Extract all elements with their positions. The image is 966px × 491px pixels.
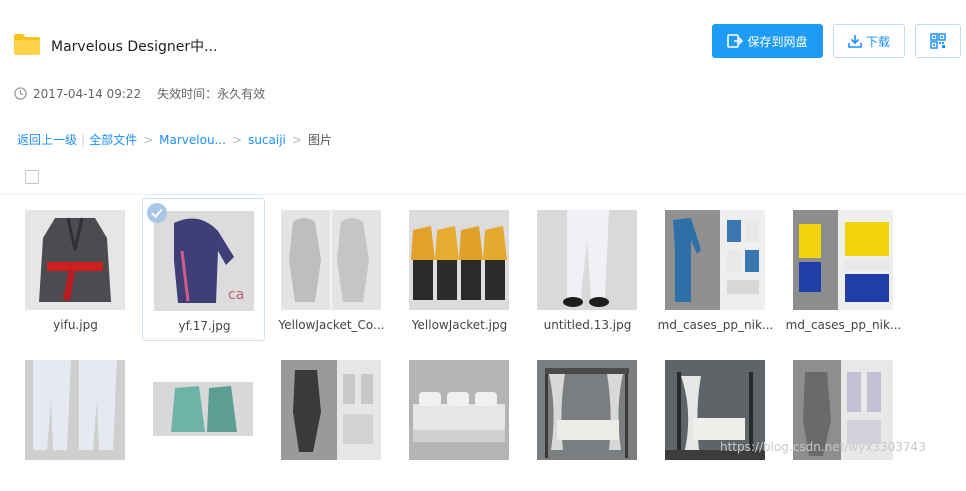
breadcrumb-separator: > [143, 132, 154, 147]
file-name[interactable]: untitled.13.jpg [526, 318, 649, 332]
file-item[interactable] [14, 348, 137, 491]
breadcrumb-separator: > [232, 132, 243, 147]
share-meta: 2017-04-14 09:22 失效时间：永久有效 [14, 85, 265, 102]
file-item[interactable] [782, 348, 905, 491]
thumbnail-image [537, 210, 637, 310]
file-item[interactable] [526, 348, 649, 491]
save-button-label: 保存到网盘 [747, 34, 808, 49]
thumbnail-image [409, 360, 509, 460]
file-item[interactable]: yifu.jpg [14, 198, 137, 341]
file-item[interactable] [398, 348, 521, 491]
expire-text: 失效时间：永久有效 [157, 87, 266, 101]
save-icon [727, 34, 744, 48]
file-item[interactable]: md_cases_pp_nik... [782, 198, 905, 341]
qrcode-icon [930, 33, 946, 49]
file-item[interactable] [654, 348, 777, 491]
breadcrumb-current: 图片 [307, 133, 332, 147]
qrcode-button[interactable] [915, 24, 961, 58]
file-name[interactable]: YellowJacket_Co... [270, 318, 393, 332]
thumbnail-image [25, 360, 125, 460]
breadcrumb-back-link[interactable]: 返回上一级 [17, 131, 77, 148]
thumbnail-image: ca [154, 211, 254, 311]
file-name[interactable]: yf.17.jpg [143, 319, 266, 333]
download-button[interactable]: 下载 [833, 24, 905, 58]
download-button-label: 下载 [865, 34, 890, 49]
file-item[interactable]: untitled.13.jpg [526, 198, 649, 341]
thumbnail-image [153, 360, 253, 460]
share-header: Marvelous Designer中... 保存到网盘 下载 [0, 0, 966, 90]
select-all-checkbox[interactable] [25, 170, 39, 184]
thumbnail-image [665, 210, 765, 310]
file-item[interactable]: md_cases_pp_nik... [654, 198, 777, 341]
thumbnail-image [409, 210, 509, 310]
list-divider [0, 194, 966, 195]
svg-text:ca: ca [228, 287, 244, 303]
share-title: Marvelous Designer中... [51, 39, 218, 55]
thumbnail-image [25, 210, 125, 310]
thumbnail-image [537, 360, 637, 460]
file-name[interactable]: YellowJacket.jpg [398, 318, 521, 332]
file-item[interactable] [142, 348, 265, 491]
file-item-selected[interactable]: ca yf.17.jpg [142, 198, 265, 341]
folder-icon [14, 34, 40, 55]
thumbnail-image [281, 360, 381, 460]
file-name[interactable]: md_cases_pp_nik... [654, 318, 777, 332]
share-date: 2017-04-14 09:22 [33, 86, 142, 101]
thumbnail-image [793, 210, 893, 310]
save-to-netdisk-button[interactable]: 保存到网盘 [712, 24, 823, 58]
file-item[interactable]: YellowJacket_Co... [270, 198, 393, 341]
clock-icon [14, 87, 27, 100]
watermark-text: https://blog.csdn.net/wyx3303743 [720, 440, 926, 454]
file-name[interactable]: md_cases_pp_nik... [782, 318, 905, 332]
file-item[interactable]: YellowJacket.jpg [398, 198, 521, 341]
file-name[interactable]: yifu.jpg [14, 318, 137, 332]
breadcrumb-sucaiji-link[interactable]: sucaiji [248, 133, 286, 147]
thumbnail-image [281, 210, 381, 310]
breadcrumb-marvelous-link[interactable]: Marvelou... [159, 133, 226, 147]
breadcrumb: 返回上一级 | 全部文件 > Marvelou... > sucaiji > 图… [17, 131, 332, 148]
breadcrumb-all-files-link[interactable]: 全部文件 [89, 131, 137, 148]
file-grid: yifu.jpg ca yf.17.jpg YellowJacket_Co... [14, 198, 964, 467]
breadcrumb-divider: | [81, 132, 86, 147]
selected-check-icon[interactable] [147, 203, 167, 223]
download-icon [848, 35, 862, 48]
breadcrumb-separator: > [291, 132, 302, 147]
file-item[interactable] [270, 348, 393, 491]
